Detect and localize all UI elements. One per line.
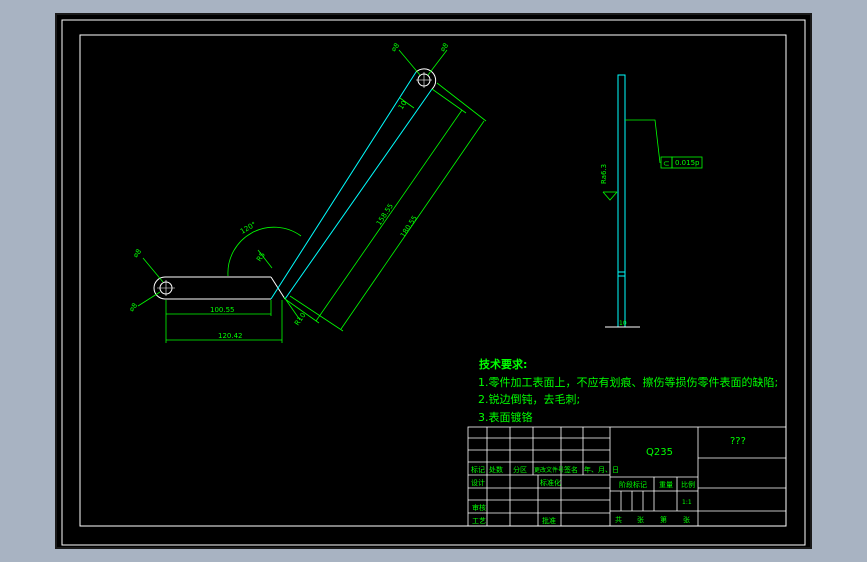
tb-zone: 分区	[513, 465, 527, 474]
tb-scale-value: 1:1	[682, 499, 692, 506]
dim-length-outer-horiz: 120.42	[218, 332, 243, 340]
bar-diagonal-inner-edge	[270, 71, 417, 300]
dim-length-outer-diag: 180.55	[399, 214, 419, 239]
material-label: Q235	[646, 447, 673, 458]
tb-process: 工艺	[472, 517, 486, 525]
tb-review: 审核	[472, 503, 486, 512]
tb-signature: 签名	[564, 465, 578, 474]
dim-width-upper: 10	[397, 99, 409, 111]
tb-count: 处数	[489, 465, 503, 474]
tb-design: 设计	[471, 478, 485, 487]
tech-requirements: 技术要求: 1.零件加工表面上，不应有划痕、擦伤等损伤零件表面的缺陷; 2.锐边…	[478, 357, 778, 424]
dim-hole-right-right: ⌀8	[438, 42, 450, 54]
dim-length-inner-horiz: 100.55	[210, 306, 235, 314]
dim-length-inner-diag: 158.55	[375, 202, 395, 227]
tb-scale-label: 比例	[681, 480, 695, 489]
tech-req-item-1: 1.零件加工表面上，不应有划痕、擦伤等损伤零件表面的缺陷;	[478, 375, 778, 389]
tb-stage-mark: 阶段标记	[619, 480, 647, 489]
outer-border	[61, 19, 806, 546]
side-bottom-dim: 10	[619, 320, 627, 327]
part-front-view	[153, 68, 437, 300]
roughness-mark: Ra6.3	[600, 164, 608, 184]
tb-approve: 批准	[542, 516, 556, 525]
tb-weight: 重量	[659, 481, 673, 489]
dim-hole-left-bottom: ⌀8	[127, 302, 139, 314]
tb-sheet-no: 第	[660, 515, 667, 524]
tb-mark: 标记	[471, 465, 485, 474]
tech-req-title: 技术要求:	[479, 357, 527, 371]
tb-change-doc: 更改文件号	[534, 466, 564, 474]
dim-elbow-radius: R5	[255, 251, 267, 263]
tb-sheet-2: 张	[683, 515, 690, 524]
part-side-view: ⊂ 0.015p Ra6.3 10	[600, 74, 703, 328]
bar-diagonal-outer-edge	[284, 88, 433, 300]
cad-drawing-canvas: ⌀8 ⌀8 ⌀8 ⌀8 10 158.55 180.55 120° R5 R10…	[61, 19, 806, 546]
tolerance-value: 0.015p	[675, 159, 700, 167]
part-name-label: ???	[730, 436, 746, 447]
inner-border	[79, 34, 787, 527]
tb-standardize: 标准化	[540, 478, 561, 487]
tb-sheet: 张	[637, 515, 644, 524]
dim-hole-left-top: ⌀8	[131, 248, 143, 260]
tech-req-item-2: 2.锐边倒钝，去毛刺;	[478, 392, 580, 406]
dimension-texts: ⌀8 ⌀8 ⌀8 ⌀8 10 158.55 180.55 120° R5 R10…	[127, 42, 450, 340]
dim-hole-right-left: ⌀8	[389, 42, 401, 54]
dim-angle: 120°	[239, 220, 258, 235]
tb-sheets-total: 共	[615, 515, 622, 524]
tb-date: 年、月、日	[584, 465, 619, 474]
tolerance-symbol: ⊂	[663, 159, 670, 168]
tech-req-item-3: 3.表面镀铬	[478, 410, 533, 424]
